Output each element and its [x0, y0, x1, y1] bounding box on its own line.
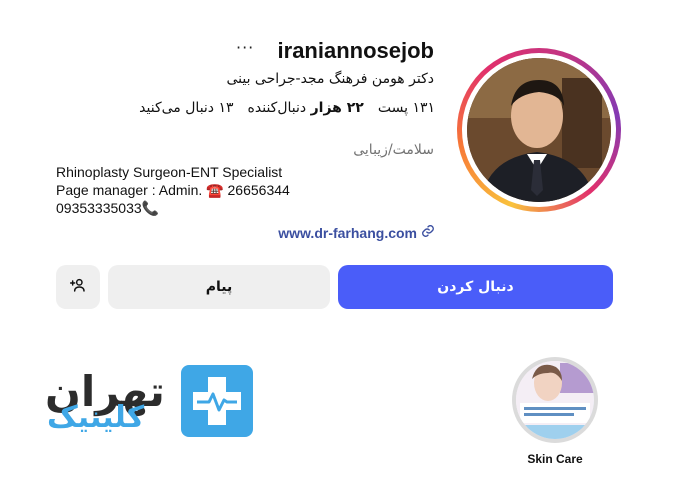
profile-stats: ۱۳۱ پست ۲۲ هزار دنبال‌کننده ۱۳ دنبال می‌…: [139, 100, 435, 116]
bio: Rhinoplasty Surgeon-ENT Specialist Page …: [56, 163, 290, 217]
username[interactable]: iraniannosejob: [278, 38, 434, 64]
followers-label: دنبال‌کننده: [247, 100, 307, 116]
bio-line: Page manager : Admin. ☎️ 26656344: [56, 182, 290, 198]
follow-button[interactable]: دنبال کردن: [338, 265, 613, 309]
clinic-logo-icon: [181, 365, 253, 437]
highlight-cover-art: [516, 361, 594, 439]
profile-avatar[interactable]: [457, 48, 621, 212]
suggest-accounts-button[interactable]: [56, 265, 100, 309]
profile-category: سلامت/زیبایی: [353, 142, 434, 158]
followers-count: ۲۲ هزار: [310, 100, 364, 116]
watermark-subtitle: کلینیک: [47, 400, 145, 435]
posts-label: پست: [377, 100, 408, 116]
highlight-cover: [516, 361, 594, 439]
website-link[interactable]: www.dr-farhang.com: [278, 224, 435, 241]
website-text[interactable]: www.dr-farhang.com: [278, 225, 417, 241]
following-stat[interactable]: ۱۳ دنبال می‌کنید: [139, 100, 233, 116]
avatar-photo: [467, 58, 611, 202]
link-icon: [421, 224, 435, 241]
highlight-label: Skin Care: [527, 452, 583, 466]
posts-stat: ۱۳۱ پست: [378, 100, 435, 116]
bio-line: Rhinoplasty Surgeon-ENT Specialist: [56, 164, 283, 180]
bio-line[interactable]: 09353335033📞: [56, 199, 290, 217]
posts-count: ۱۳۱: [412, 100, 435, 116]
add-person-icon: [69, 277, 86, 297]
more-icon[interactable]: ···: [236, 38, 254, 57]
followers-stat[interactable]: ۲۲ هزار دنبال‌کننده: [248, 100, 364, 116]
full-name: دکتر هومن فرهنگ مجد-جراحی بینی: [226, 71, 434, 87]
avatar-portrait: [467, 58, 611, 202]
message-button[interactable]: پیام: [108, 265, 330, 309]
following-count: ۱۳: [218, 100, 234, 116]
highlight-skin-care[interactable]: [512, 357, 598, 443]
following-label: دنبال می‌کنید: [139, 100, 215, 116]
